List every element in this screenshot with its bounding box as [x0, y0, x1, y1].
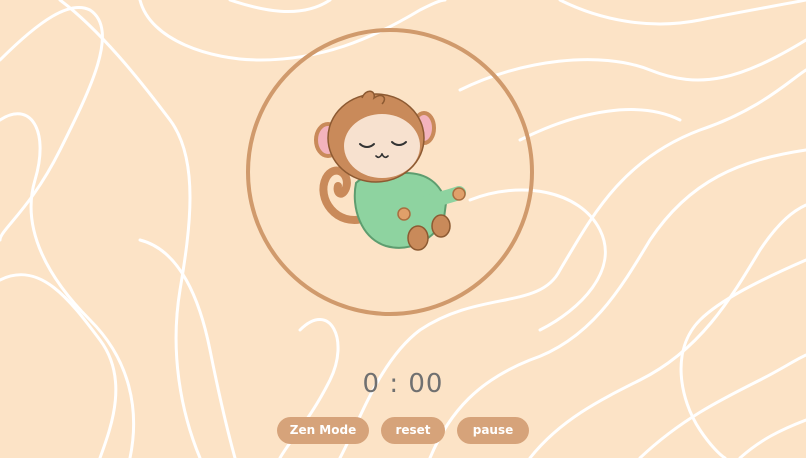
reset-button[interactable]: reset	[381, 417, 445, 444]
meditating-monkey-icon	[314, 90, 466, 251]
timer-display: 0 : 00	[362, 369, 444, 399]
zen-mode-button[interactable]: Zen Mode	[277, 417, 369, 444]
pause-button[interactable]: pause	[457, 417, 529, 444]
timer-controls: Zen Mode reset pause	[0, 417, 806, 444]
zen-timer-page: 0 : 00 Zen Mode reset pause	[0, 0, 806, 458]
